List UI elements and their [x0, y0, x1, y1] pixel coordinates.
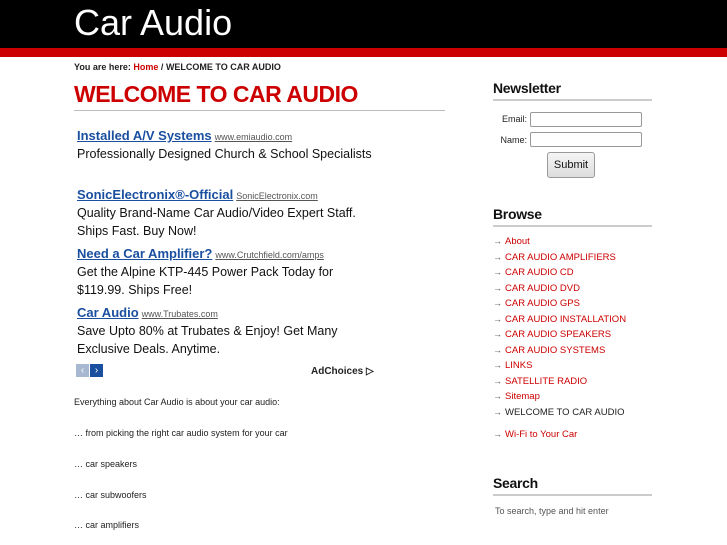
browse-item[interactable]: → CAR AUDIO INSTALLATION — [493, 312, 626, 328]
ad-item: Installed A/V Systems www.emiaudio.com Pr… — [77, 127, 377, 163]
ad-url[interactable]: www.emiaudio.com — [215, 132, 293, 142]
site-title[interactable]: Car Audio — [74, 3, 232, 43]
body-paragraph: … car amplifiers — [74, 520, 140, 530]
browse-item-label[interactable]: CAR AUDIO GPS — [505, 298, 580, 309]
browse-item-label[interactable]: Sitemap — [505, 391, 540, 402]
browse-item[interactable]: → LINKS — [493, 358, 626, 374]
search-input[interactable]: To search, type and hit enter — [495, 506, 609, 516]
email-label: Email: — [501, 114, 527, 124]
browse-item[interactable]: → CAR AUDIO GPS — [493, 296, 626, 312]
ad-item: Car Audio www.Trubates.com Save Upto 80% … — [77, 304, 377, 358]
arrow-right-icon: → — [493, 267, 502, 277]
arrow-right-icon: → — [493, 375, 502, 386]
search-heading: Search — [493, 475, 538, 491]
ad-title-link[interactable]: Installed A/V Systems — [77, 128, 212, 143]
submit-button[interactable]: Submit — [547, 152, 595, 178]
browse-item[interactable]: → About — [493, 234, 626, 250]
newsletter-divider — [493, 99, 652, 101]
body-paragraph: … car subwoofers — [74, 490, 147, 500]
breadcrumb-home-link[interactable]: Home — [133, 62, 158, 72]
browse-item-label[interactable]: About — [505, 236, 530, 247]
browse-item-label[interactable]: Wi-Fi to Your Car — [505, 429, 577, 440]
body-paragraph: … from picking the right car audio syste… — [74, 428, 288, 438]
site-header: Car Audio — [0, 0, 727, 48]
breadcrumb-current: WELCOME TO CAR AUDIO — [165, 62, 281, 72]
search-divider — [493, 494, 652, 496]
adchoices-link[interactable]: AdChoices ▷ — [311, 366, 374, 377]
arrow-right-icon: → — [493, 236, 502, 246]
browse-item[interactable]: → CAR AUDIO SPEAKERS — [493, 327, 626, 343]
name-field[interactable] — [530, 132, 642, 147]
arrow-right-icon: → — [493, 313, 502, 324]
ad-description: Quality Brand-Name Car Audio/Video Exper… — [77, 206, 356, 238]
ad-description: Professionally Designed Church & School … — [77, 147, 372, 161]
title-divider — [74, 110, 445, 111]
chevron-right-icon[interactable]: › — [90, 364, 103, 377]
browse-item[interactable]: → CAR AUDIO AMPLIFIERS — [493, 250, 626, 266]
name-label: Name: — [500, 135, 527, 145]
breadcrumb: You are here: Home / WELCOME TO CAR AUDI… — [74, 62, 281, 72]
ad-description: Get the Alpine KTP-445 Power Pack Today … — [77, 265, 334, 297]
browse-heading: Browse — [493, 206, 542, 222]
newsletter-heading: Newsletter — [493, 80, 561, 96]
arrow-right-icon: → — [493, 298, 502, 308]
ad-description: Save Upto 80% at Trubates & Enjoy! Get M… — [77, 324, 338, 356]
browse-item-label[interactable]: SATELLITE RADIO — [505, 376, 587, 387]
ad-url[interactable]: SonicElectronix.com — [236, 191, 318, 201]
browse-item-label[interactable]: CAR AUDIO SYSTEMS — [505, 345, 605, 356]
arrow-right-icon: → — [493, 391, 502, 401]
breadcrumb-separator: / — [160, 62, 164, 72]
browse-item-label[interactable]: CAR AUDIO DVD — [505, 283, 580, 294]
ad-url[interactable]: www.Trubates.com — [142, 309, 218, 319]
header-accent-bar — [0, 48, 727, 57]
arrow-right-icon: → — [493, 344, 502, 355]
browse-item[interactable]: → CAR AUDIO DVD — [493, 281, 626, 297]
browse-item[interactable]: → Sitemap — [493, 389, 626, 405]
ad-title-link[interactable]: Car Audio — [77, 305, 139, 320]
browse-item-label[interactable]: CAR AUDIO CD — [505, 267, 574, 278]
browse-item[interactable]: → SATELLITE RADIO — [493, 374, 626, 390]
arrow-right-icon: → — [493, 282, 502, 293]
browse-item-label[interactable]: CAR AUDIO AMPLIFIERS — [505, 252, 616, 263]
ad-url[interactable]: www.Crutchfield.com/amps — [215, 250, 324, 260]
breadcrumb-prefix: You are here: — [74, 62, 131, 72]
ad-item: Need a Car Amplifier? www.Crutchfield.com… — [77, 245, 377, 299]
browse-extra-item[interactable]: → Wi-Fi to Your Car — [493, 427, 626, 443]
ad-title-link[interactable]: SonicElectronix®-Official — [77, 187, 233, 202]
browse-item-label[interactable]: LINKS — [505, 360, 532, 371]
arrow-right-icon: → — [493, 406, 502, 417]
chevron-left-icon[interactable]: ‹ — [76, 364, 89, 377]
ad-item: SonicElectronix®-Official SonicElectronix… — [77, 186, 377, 240]
arrow-right-icon: → — [493, 251, 502, 262]
browse-item[interactable]: → CAR AUDIO SYSTEMS — [493, 343, 626, 359]
arrow-right-icon: → — [493, 429, 502, 439]
browse-item-label[interactable]: CAR AUDIO SPEAKERS — [505, 329, 611, 340]
browse-list: → About → CAR AUDIO AMPLIFIERS → CAR AUDIO … — [493, 234, 626, 443]
arrow-right-icon: → — [493, 329, 502, 339]
email-field[interactable] — [530, 112, 642, 127]
ad-title-link[interactable]: Need a Car Amplifier? — [77, 246, 212, 261]
browse-item-current: → WELCOME TO CAR AUDIO — [493, 405, 626, 421]
body-paragraph: … car speakers — [74, 459, 138, 469]
arrow-right-icon: → — [493, 360, 502, 370]
browse-divider — [493, 225, 652, 227]
page-title: WELCOME TO CAR AUDIO — [74, 81, 358, 107]
ad-navigation: ‹ › — [76, 364, 103, 382]
browse-item-label[interactable]: CAR AUDIO INSTALLATION — [505, 314, 626, 325]
browse-item[interactable]: → CAR AUDIO CD — [493, 265, 626, 281]
browse-item-label: WELCOME TO CAR AUDIO — [505, 406, 625, 418]
body-paragraph: Everything about Car Audio is about your… — [74, 397, 280, 407]
